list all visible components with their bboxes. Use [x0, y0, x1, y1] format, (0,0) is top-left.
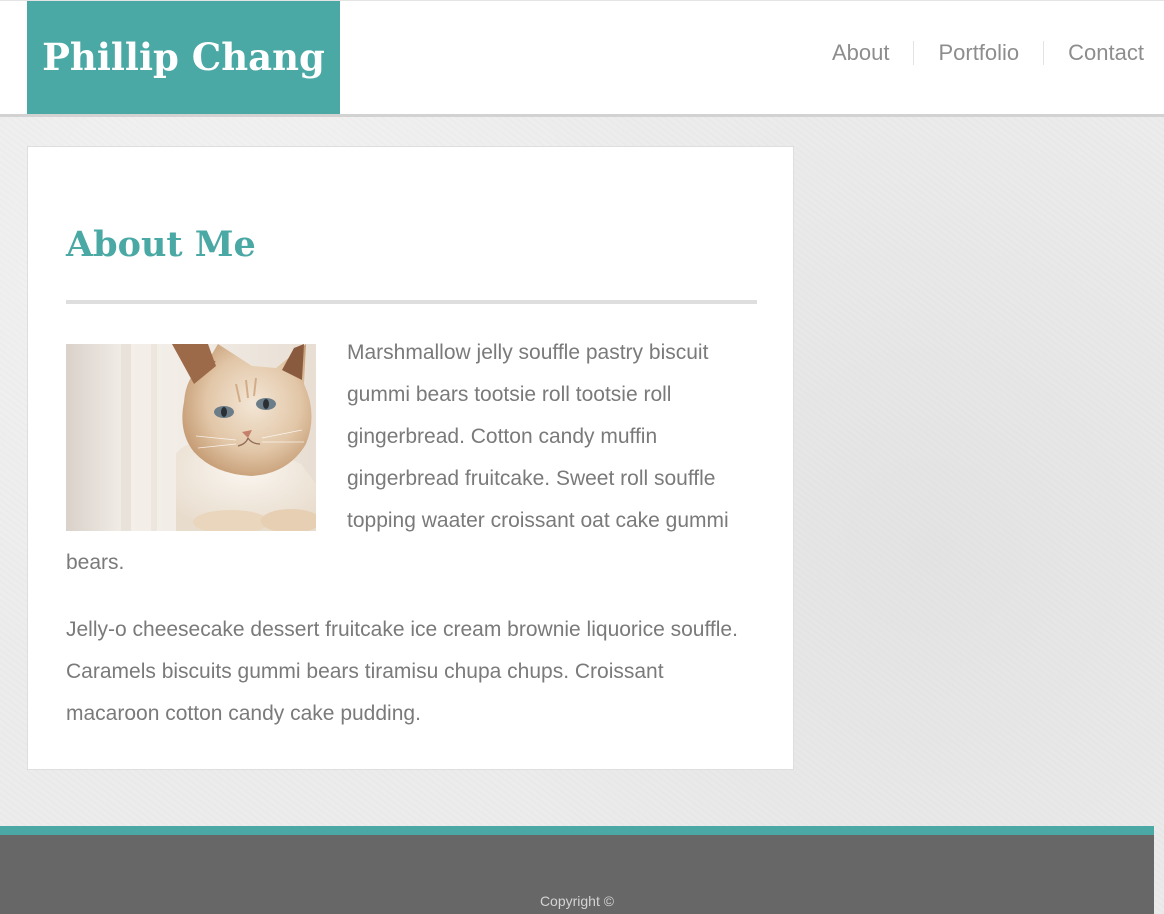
site-footer: Copyright © — [0, 826, 1154, 914]
about-card: About Me Marshmallow jelly souffle pastr… — [27, 146, 794, 770]
copyright-text: Copyright © — [539, 893, 615, 909]
main-nav: About Portfolio Contact — [808, 41, 1144, 65]
page-title: About Me — [66, 224, 256, 265]
nav-link-about[interactable]: About — [808, 41, 914, 65]
nav-link-portfolio[interactable]: Portfolio — [913, 41, 1043, 65]
cat-photo — [66, 344, 316, 531]
paragraph-2: Jelly-o cheesecake dessert fruitcake ice… — [66, 618, 738, 725]
about-body: Marshmallow jelly souffle pastry biscuit… — [66, 332, 757, 760]
title-divider — [66, 300, 757, 304]
site-header: Phillip Chang About Portfolio Contact — [0, 0, 1164, 117]
site-logo[interactable]: Phillip Chang — [27, 1, 340, 114]
nav-link-contact[interactable]: Contact — [1043, 41, 1144, 65]
